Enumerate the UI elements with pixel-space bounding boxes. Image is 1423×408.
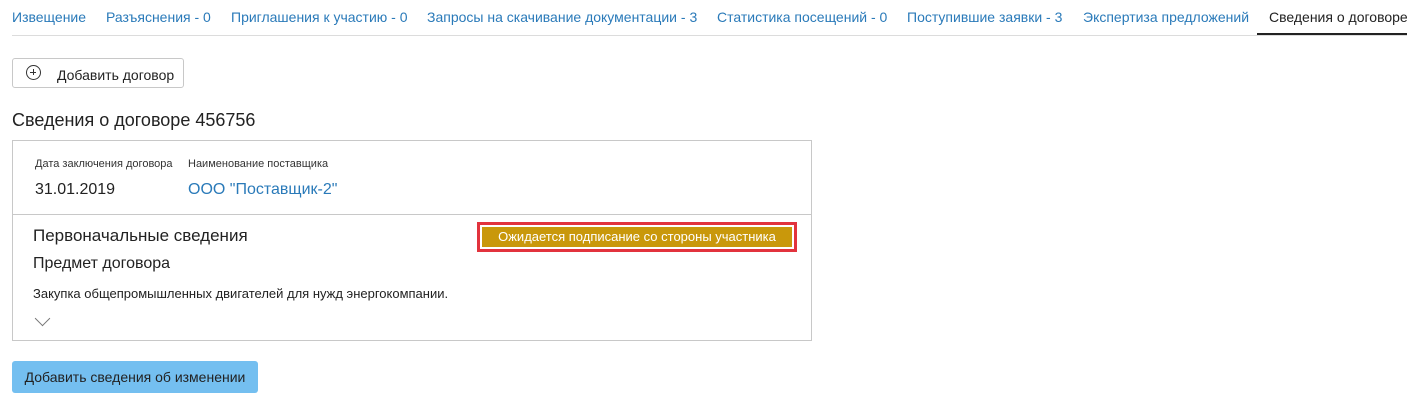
contract-title: Сведения о договоре 456756 bbox=[12, 110, 256, 130]
tab-received-applications[interactable]: Поступившие заявки - 3 bbox=[907, 9, 1062, 25]
add-change-info-button[interactable]: Добавить сведения об изменении bbox=[12, 361, 258, 393]
contract-card: Дата заключения договора 31.01.2019 Наим… bbox=[12, 140, 812, 341]
tab-bar: Извещение Разъяснения - 0 Приглашения к … bbox=[12, 0, 1407, 36]
chevron-down-icon[interactable] bbox=[34, 310, 51, 327]
date-label: Дата заключения договора bbox=[35, 158, 173, 170]
subject-text: Закупка общепромышленных двигателей для … bbox=[33, 286, 449, 301]
tab-visit-statistics[interactable]: Статистика посещений - 0 bbox=[717, 9, 887, 25]
initial-info-title: Первоначальные сведения bbox=[33, 226, 248, 245]
add-contract-label: Добавить договор bbox=[57, 67, 175, 83]
tab-notice[interactable]: Извещение bbox=[12, 9, 86, 25]
tab-download-requests[interactable]: Запросы на скачивание документации - 3 bbox=[427, 9, 697, 25]
tab-proposal-expertise[interactable]: Экспертиза предложений bbox=[1083, 9, 1249, 25]
subject-title: Предмет договора bbox=[33, 255, 171, 272]
contract-summary: Дата заключения договора 31.01.2019 Наим… bbox=[13, 141, 811, 215]
tab-contract-info[interactable]: Сведения о договоре bbox=[1269, 9, 1407, 25]
plus-circle-icon bbox=[26, 65, 41, 80]
tab-clarifications[interactable]: Разъяснения - 0 bbox=[106, 9, 211, 25]
add-contract-button[interactable]: Добавить договор bbox=[12, 58, 184, 88]
status-text: Ожидается подписание со стороны участник… bbox=[482, 227, 792, 247]
status-badge: Ожидается подписание со стороны участник… bbox=[477, 222, 797, 252]
date-value: 31.01.2019 bbox=[35, 181, 116, 198]
tab-invitations[interactable]: Приглашения к участию - 0 bbox=[231, 9, 408, 25]
active-tab-indicator bbox=[1257, 33, 1407, 35]
supplier-label: Наименование поставщика bbox=[188, 158, 329, 170]
supplier-link[interactable]: ООО "Поставщик-2" bbox=[188, 181, 337, 199]
